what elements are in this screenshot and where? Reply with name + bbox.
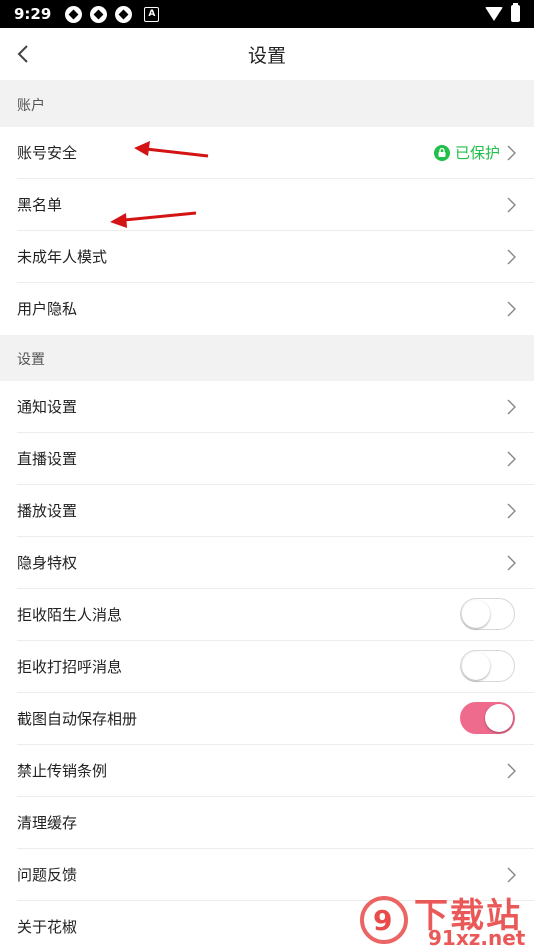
chevron-right-icon [507, 503, 516, 519]
row-label: 关于花椒 [17, 918, 78, 936]
settings-row-playback[interactable]: 播放设置 [0, 485, 534, 537]
section-title: 账户 [17, 98, 45, 114]
status-protected: 已保护 [454, 144, 500, 162]
app-bar: 设置 [0, 28, 534, 80]
auto-save-screenshot-toggle[interactable] [460, 702, 515, 734]
lock-icon [433, 144, 450, 161]
settings-row-auto-save-screenshot: 截图自动保存相册 [0, 693, 534, 745]
status-time: 9:29 [14, 5, 52, 23]
row-label: 账号安全 [17, 144, 78, 162]
watermark-domain: 91xz.net [428, 926, 526, 950]
row-label: 问题反馈 [17, 866, 78, 884]
row-label: 截图自动保存相册 [17, 710, 138, 728]
settings-row-notifications[interactable]: 通知设置 [0, 381, 534, 433]
row-label: 通知设置 [17, 398, 78, 416]
toggle-knob [462, 652, 490, 680]
row-label: 拒收打招呼消息 [17, 658, 123, 676]
row-label: 禁止传销条例 [17, 762, 108, 780]
row-label: 清理缓存 [17, 814, 78, 832]
a-notification-icon: A [144, 6, 160, 22]
row-label: 未成年人模式 [17, 248, 108, 266]
app-notification-icon [65, 5, 83, 23]
chevron-right-icon [507, 555, 516, 571]
row-label: 用户隐私 [17, 300, 78, 318]
chevron-right-icon [507, 763, 516, 779]
section-title: 设置 [17, 352, 45, 368]
chevron-right-icon [507, 399, 516, 415]
chevron-right-icon [507, 301, 516, 317]
chevron-right-icon [507, 451, 516, 467]
settings-row-mlm-policy[interactable]: 禁止传销条例 [0, 745, 534, 797]
app-notification-icon [90, 5, 108, 23]
row-label: 隐身特权 [17, 554, 78, 572]
settings-row-stealth[interactable]: 隐身特权 [0, 537, 534, 589]
settings-row-reject-strangers: 拒收陌生人消息 [0, 589, 534, 641]
site-watermark: 9 下载站 91xz.net [354, 884, 534, 950]
chevron-right-icon [507, 145, 516, 161]
reject-strangers-toggle[interactable] [460, 598, 515, 630]
settings-row-live[interactable]: 直播设置 [0, 433, 534, 485]
row-label: 直播设置 [17, 450, 78, 468]
row-label: 播放设置 [17, 502, 78, 520]
settings-row-reject-greetings: 拒收打招呼消息 [0, 641, 534, 693]
page-title: 设置 [247, 45, 286, 67]
wifi-icon [485, 6, 503, 21]
chevron-right-icon [507, 197, 516, 213]
battery-icon [511, 3, 520, 22]
chevron-right-icon [507, 867, 516, 883]
notification-icons: A [65, 5, 160, 23]
row-label: 拒收陌生人消息 [17, 606, 123, 624]
section-header-settings: 设置 [0, 335, 534, 381]
chevron-right-icon [507, 249, 516, 265]
toggle-knob [462, 600, 490, 628]
settings-row-clear-cache[interactable]: 清理缓存 [0, 797, 534, 849]
settings-row-account-security[interactable]: 账号安全 已保护 [0, 127, 534, 179]
section-header-account: 账户 [0, 80, 534, 127]
svg-text:9: 9 [373, 904, 392, 937]
settings-row-user-privacy[interactable]: 用户隐私 [0, 283, 534, 335]
reject-greetings-toggle[interactable] [460, 650, 515, 682]
toggle-knob [485, 704, 513, 732]
settings-row-blacklist[interactable]: 黑名单 [0, 179, 534, 231]
protection-status: 已保护 [433, 142, 500, 163]
status-bar: 9:29 A [0, 0, 534, 28]
app-notification-icon [115, 5, 133, 23]
row-label: 黑名单 [17, 196, 63, 214]
watermark-logo: 9 [360, 896, 408, 944]
settings-row-minor-mode[interactable]: 未成年人模式 [0, 231, 534, 283]
